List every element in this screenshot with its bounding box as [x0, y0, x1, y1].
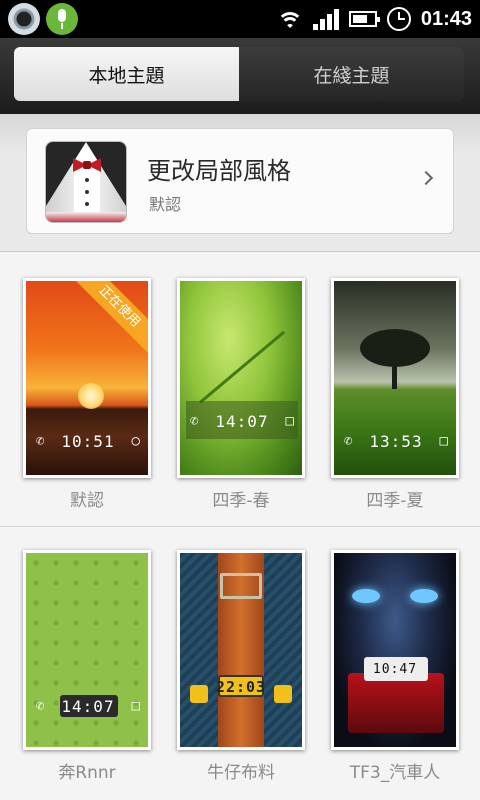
theme-name: 四季-夏	[366, 491, 424, 511]
lock-time: 13:53	[369, 431, 423, 451]
card-title: 更改局部風格	[147, 157, 291, 185]
theme-name: 奔Rnnr	[58, 763, 116, 783]
theme-thumbnail[interactable]: ✆ 10:51 ○ 正在使用	[23, 278, 151, 478]
card-subtitle: 默認	[149, 195, 182, 214]
row-divider	[0, 526, 480, 527]
in-use-badge: 正在使用	[71, 281, 148, 355]
battery-icon	[348, 11, 380, 27]
voice-input-icon[interactable]	[46, 3, 78, 35]
tuxedo-icon	[45, 141, 127, 223]
message-icon: □	[285, 413, 294, 429]
change-partial-style-card[interactable]: 更改局部風格 默認	[26, 128, 454, 234]
status-clock: 01:43	[420, 7, 472, 30]
theme-name: 默認	[70, 491, 104, 511]
theme-name: 牛仔布料	[207, 763, 275, 783]
phone-icon	[190, 685, 208, 703]
lock-time: 14:07	[61, 696, 115, 716]
lock-time: 14:07	[215, 411, 269, 431]
chevron-right-icon	[418, 170, 434, 186]
theme-thumbnail[interactable]: ✆ 14:07 □	[177, 278, 305, 478]
wifi-icon	[276, 8, 303, 30]
phone-icon: ✆	[36, 698, 45, 714]
theme-name: TF3_汽車人	[349, 763, 441, 783]
camera-app-icon[interactable]	[8, 3, 40, 35]
tab-online-themes[interactable]: 在綫主題	[239, 47, 464, 101]
tab-bar: 本地主題 在綫主題	[0, 38, 480, 114]
lock-time: 10:47	[372, 661, 418, 677]
tab-local-themes[interactable]: 本地主題	[14, 47, 239, 101]
status-bar: 01:43	[0, 0, 480, 38]
phone-icon: ✆	[36, 433, 45, 449]
signal-icon	[312, 8, 339, 30]
phone-icon: ✆	[344, 433, 353, 449]
theme-thumbnail[interactable]: 22:03	[177, 550, 305, 750]
theme-name: 四季-春	[212, 491, 270, 511]
theme-thumbnail[interactable]: ✆ 13:53 □	[331, 278, 459, 478]
lock-time: 10:51	[61, 431, 115, 451]
lock-time: 22:03	[215, 678, 267, 696]
message-icon: □	[439, 433, 448, 449]
theme-thumbnail[interactable]: 10:47	[331, 550, 459, 750]
phone-icon: ✆	[190, 413, 199, 429]
alarm-icon	[386, 7, 411, 31]
style-section: 更改局部風格 默認	[0, 114, 480, 252]
theme-thumbnail[interactable]: ✆ 14:07 □	[23, 550, 151, 750]
message-icon	[274, 685, 292, 703]
message-icon: ○	[131, 433, 140, 449]
theme-grid: ✆ 10:51 ○ 正在使用 默認 ✆ 14:07 □ 四季-春 ✆ 13:53…	[0, 252, 480, 800]
message-icon: □	[131, 698, 140, 714]
